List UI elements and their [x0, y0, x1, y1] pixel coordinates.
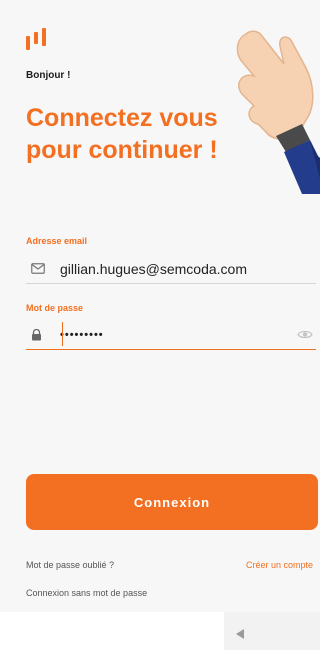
text-cursor: [62, 322, 63, 346]
email-input[interactable]: [52, 260, 316, 277]
email-label: Adresse email: [26, 236, 88, 246]
eye-icon[interactable]: [294, 325, 316, 345]
greeting-text: Bonjour !: [26, 70, 71, 81]
password-input[interactable]: •••••••••: [52, 329, 294, 341]
email-field-row: [26, 254, 316, 284]
page-title: Connectez vous pour continuer !: [26, 104, 218, 164]
password-label: Mot de passe: [26, 303, 84, 313]
login-button[interactable]: Connexion: [26, 474, 318, 530]
create-account-link[interactable]: Créer un compte: [246, 560, 313, 570]
brand-logo-icon: [26, 28, 46, 50]
back-triangle-icon[interactable]: [234, 628, 246, 640]
forgot-password-link[interactable]: Mot de passe oublié ?: [26, 560, 114, 570]
password-field-row: •••••••••: [26, 320, 316, 350]
passwordless-login-link[interactable]: Connexion sans mot de passe: [26, 588, 147, 598]
lock-icon: [26, 325, 52, 345]
login-screen: Bonjour ! Connectez vous pour continuer …: [0, 0, 320, 650]
envelope-icon: [26, 259, 52, 279]
